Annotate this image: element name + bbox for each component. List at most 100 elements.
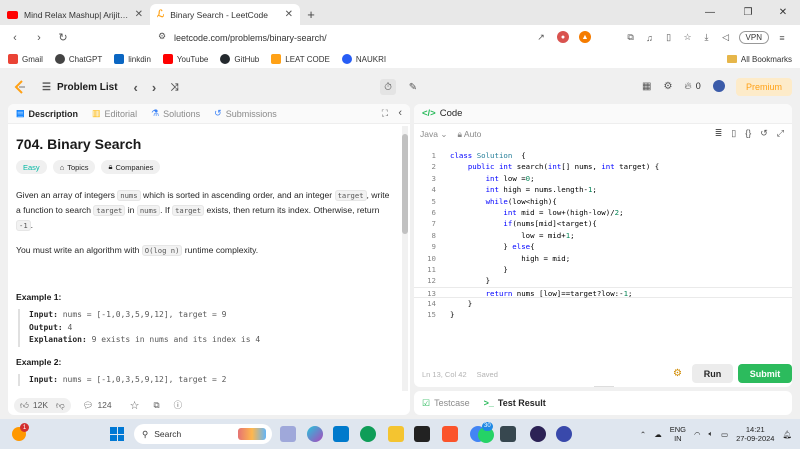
copilot-icon[interactable] <box>307 426 323 442</box>
tab-submissions[interactable]: ↺ Submissions <box>214 108 277 119</box>
premium-button[interactable]: Premium <box>735 78 792 96</box>
download-icon[interactable]: ⤓ <box>701 32 713 44</box>
code-line[interactable]: 10 high = mid; <box>414 253 792 264</box>
close-tab-icon[interactable]: ✕ <box>285 9 293 20</box>
media-icon[interactable] <box>556 426 572 442</box>
tab-description[interactable]: ▤ Description <box>16 108 78 119</box>
task-view-icon[interactable] <box>280 426 296 442</box>
language-indicator[interactable]: ENG IN <box>670 425 686 443</box>
scrollbar-thumb[interactable] <box>402 134 408 234</box>
extension-alert-icon[interactable]: ▲ <box>579 31 591 43</box>
fullscreen-icon[interactable]: ⤢ <box>777 128 784 139</box>
bookmark-chatgpt[interactable]: ChatGPT <box>54 54 102 64</box>
layout-icon[interactable]: ▦ <box>642 81 651 92</box>
like-button[interactable]: 👍︎ 12K 👎︎ <box>14 397 71 413</box>
settings-icon[interactable]: ⚙ <box>663 81 672 92</box>
description-content[interactable]: 704. Binary Search Easy ⌂ Topics 🔒︎ Compan… <box>8 124 400 395</box>
vpn-button[interactable]: VPN <box>738 31 769 44</box>
brave-icon[interactable] <box>442 426 458 442</box>
share-icon[interactable]: ⧉ <box>154 400 160 411</box>
code-line[interactable]: 7 if(nums[mid]<target){ <box>414 218 792 229</box>
tab-solutions[interactable]: ⚗ Solutions <box>151 108 200 119</box>
new-tab-button[interactable]: + <box>300 4 322 25</box>
bookmark-youtube[interactable]: YouTube <box>162 54 208 64</box>
code-editor[interactable]: 1 class Solution {2 public int search(int… <box>414 150 792 321</box>
code-line[interactable]: 3 int low =0; <box>414 173 792 184</box>
collapse-panel-icon[interactable]: ‹ <box>398 107 402 119</box>
shuffle-icon[interactable]: ⤨ <box>170 82 178 93</box>
code-line[interactable]: 5 while(low<high){ <box>414 196 792 207</box>
close-tab-icon[interactable]: ✕ <box>135 9 143 20</box>
reset-icon[interactable]: ↺ <box>760 128 768 139</box>
extensions-icon[interactable]: ⧉ <box>625 32 637 44</box>
extension-badge-icon[interactable]: ● <box>557 31 569 43</box>
tab-editorial[interactable]: ▥ Editorial <box>92 108 137 119</box>
bookmark-github[interactable]: GitHub <box>220 54 259 64</box>
code-line[interactable]: 12 } <box>414 275 792 286</box>
notifications-icon[interactable]: 🔔︎ <box>782 430 792 439</box>
wifi-icon[interactable]: ◠ <box>694 430 701 439</box>
browser-tab[interactable]: Mind Relax Mashup| Arijit Singh ✕ <box>0 4 150 25</box>
star-icon[interactable]: ☆ <box>130 399 140 412</box>
code-line[interactable]: 4 int high = nums.length-1; <box>414 184 792 195</box>
language-select[interactable]: Java ⌄ <box>420 129 447 140</box>
browser-tab-active[interactable]: ℒ Binary Search - LeetCode ✕ <box>150 4 300 25</box>
format-icon[interactable]: ≣ <box>715 128 723 139</box>
tab-test-result[interactable]: >_ Test Result <box>484 398 546 408</box>
code-line[interactable]: 11 } <box>414 264 792 275</box>
windows-start-icon[interactable] <box>110 427 124 441</box>
forward-icon[interactable]: › <box>28 32 50 44</box>
note-icon[interactable]: ✎ <box>405 79 421 95</box>
reload-icon[interactable]: ↻ <box>52 31 74 44</box>
tab-testcase[interactable]: ☑ Testcase <box>422 398 470 409</box>
bookmark-leetcode[interactable]: LEAT CODE <box>271 54 330 64</box>
menu-icon[interactable]: ≡ <box>776 32 788 44</box>
submit-button[interactable]: Submit <box>738 364 792 383</box>
topics-chip[interactable]: ⌂ Topics <box>52 160 96 174</box>
code-line[interactable]: 1 class Solution { <box>414 150 792 161</box>
history-icon[interactable]: ◁ <box>720 32 732 44</box>
url-field[interactable]: ⚙ leetcode.com/problems/binary-search/ <box>150 28 592 47</box>
expand-icon[interactable]: ⛶ <box>382 108 388 119</box>
debug-icon[interactable]: ⏱ <box>380 79 396 95</box>
music-icon[interactable]: ♫ <box>644 32 656 44</box>
run-button[interactable]: Run <box>692 364 733 383</box>
leetcode-logo-icon[interactable] <box>13 80 27 94</box>
close-window-button[interactable]: ✕ <box>765 0 800 25</box>
cloud-icon[interactable]: ☁ <box>654 430 662 439</box>
app-icon[interactable] <box>414 426 430 442</box>
code-line[interactable]: 8 low = mid+1; <box>414 230 792 241</box>
edge-icon[interactable] <box>360 426 376 442</box>
split-view-icon[interactable]: ▯ <box>663 32 675 44</box>
back-icon[interactable]: ‹ <box>4 32 26 44</box>
problem-list-nav[interactable]: ☰ Problem List ‹ › ⤨ <box>42 80 178 95</box>
streak-icon[interactable]: 🔥︎ <box>684 81 691 92</box>
clock[interactable]: 14:21 27-09-2024 <box>736 425 774 443</box>
chevron-up-icon[interactable]: ⌃ <box>640 430 646 439</box>
horizontal-scrollbar[interactable] <box>594 386 614 387</box>
battery-icon[interactable]: ▭ <box>721 430 728 439</box>
all-bookmarks-button[interactable]: All Bookmarks <box>726 50 792 68</box>
explorer-icon[interactable] <box>388 426 404 442</box>
next-problem-icon[interactable]: › <box>152 80 156 95</box>
favorite-icon[interactable]: ☆ <box>682 32 694 44</box>
thumbs-down-icon[interactable]: 👎︎ <box>56 400 65 411</box>
terminal-app-icon[interactable] <box>500 426 516 442</box>
bookmark-icon[interactable]: ▯ <box>731 128 736 139</box>
bookmark-linkedin[interactable]: linkdin <box>114 54 151 64</box>
site-settings-icon[interactable]: ⚙ <box>158 31 166 42</box>
vscode-icon[interactable] <box>333 426 349 442</box>
taskbar-search[interactable]: ⚲ Search <box>134 424 272 444</box>
share-icon[interactable]: ↗ <box>535 31 547 43</box>
avatar[interactable] <box>712 80 725 92</box>
comments-button[interactable]: 💬︎ 124 <box>77 398 118 413</box>
prev-problem-icon[interactable]: ‹ <box>134 80 138 95</box>
volume-icon[interactable]: 🔈︎ <box>709 429 714 439</box>
bookmark-gmail[interactable]: Gmail <box>8 54 43 64</box>
code-line[interactable]: 13 return nums [low]==target?low:-1; <box>414 286 792 299</box>
eclipse-icon[interactable] <box>530 426 546 442</box>
braces-icon[interactable]: {} <box>745 128 751 139</box>
code-line[interactable]: 6 int mid = low+(high-low)/2; <box>414 207 792 218</box>
restore-button[interactable]: ❐ <box>730 0 766 25</box>
code-line[interactable]: 14 } <box>414 298 792 309</box>
